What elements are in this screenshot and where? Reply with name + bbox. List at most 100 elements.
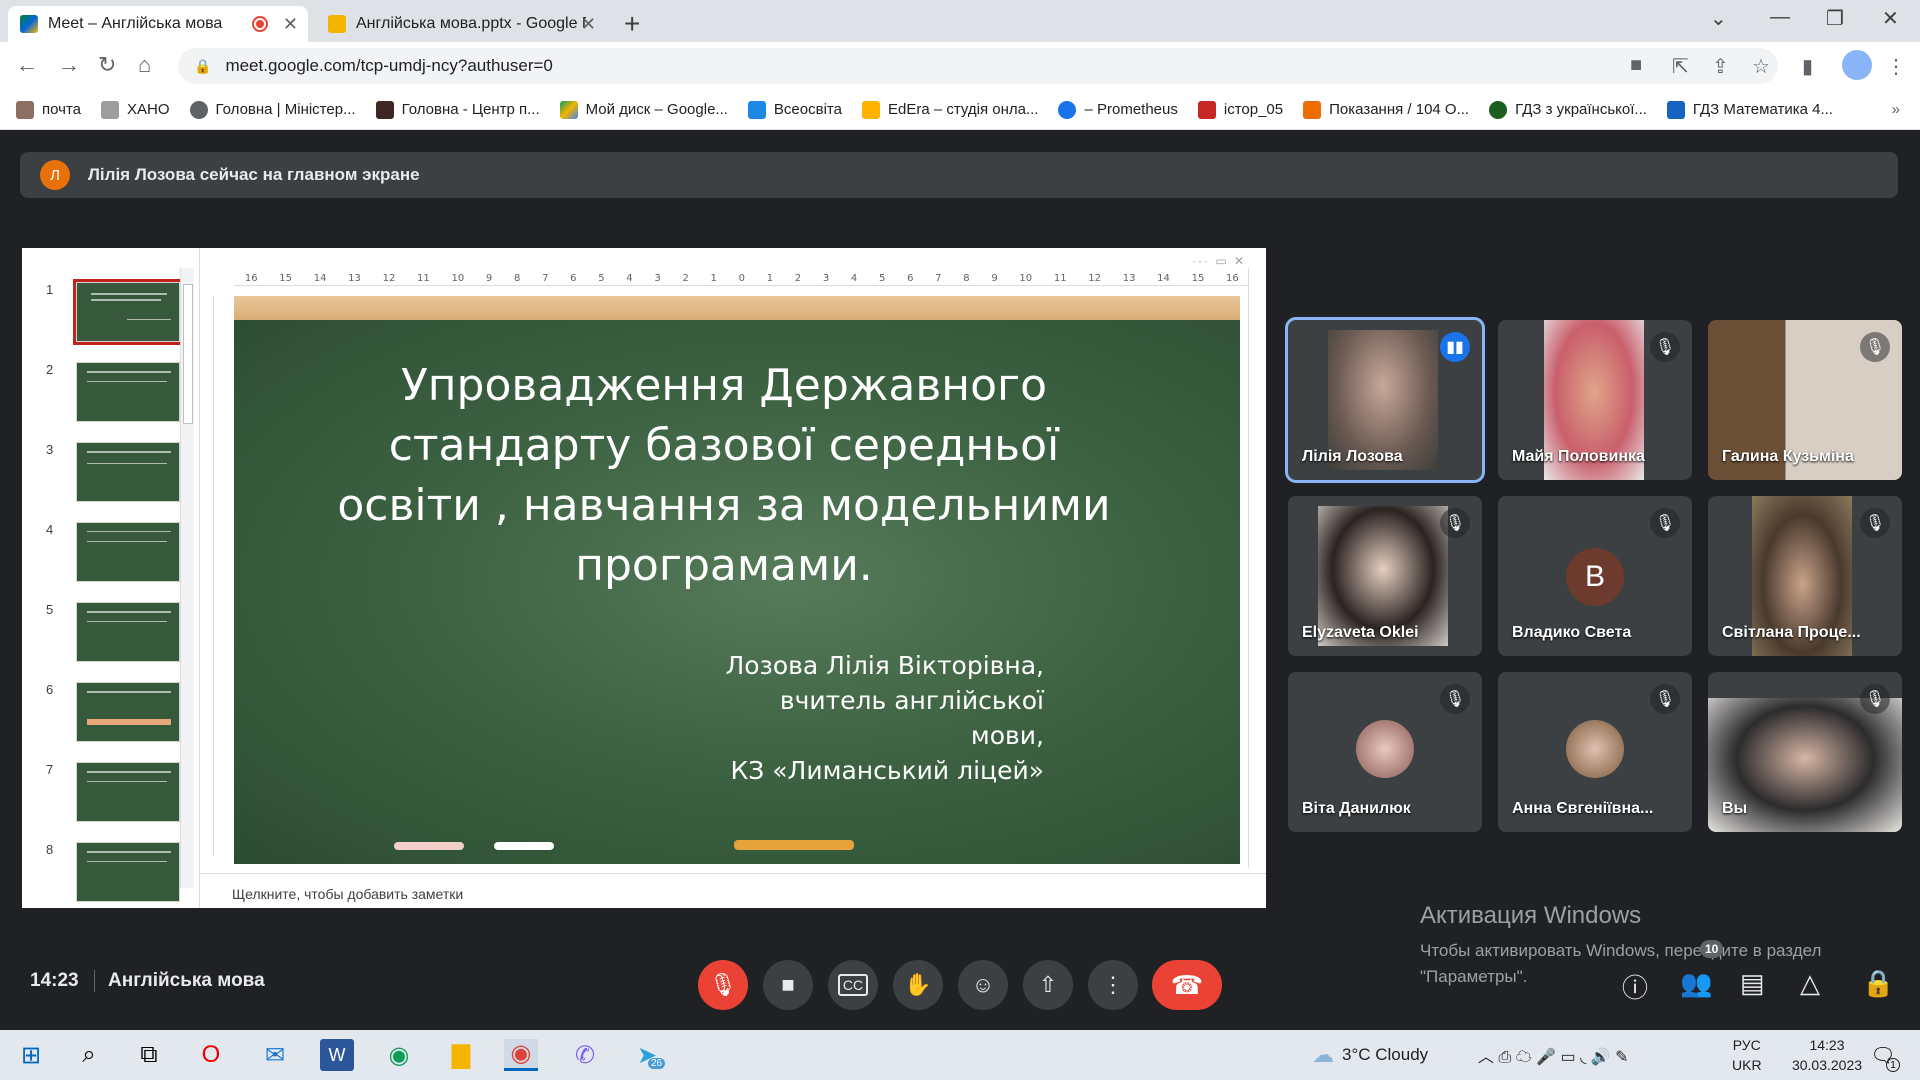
bookmark-item[interactable]: Показання / 104 О... bbox=[1303, 100, 1469, 119]
ruler-tick: 10 bbox=[451, 273, 465, 284]
present-button[interactable]: ⇧ bbox=[1023, 960, 1073, 1010]
language-indicator[interactable]: РУС UKR bbox=[1732, 1030, 1762, 1080]
opera-icon[interactable]: O bbox=[194, 1039, 228, 1071]
notification-count: 1 bbox=[1886, 1058, 1900, 1072]
share-icon[interactable]: ⇪ bbox=[1712, 54, 1729, 79]
bookmark-item[interactable]: Всеосвіта bbox=[747, 100, 842, 119]
divider bbox=[94, 970, 95, 992]
bookmark-item[interactable]: Головна | Міністер... bbox=[189, 100, 356, 119]
meeting-details-icon[interactable]: ⓘ bbox=[1622, 968, 1648, 1005]
file-explorer-icon[interactable]: ▇ bbox=[444, 1039, 478, 1071]
ruler-tick: 13 bbox=[1122, 273, 1136, 284]
mail-icon[interactable]: ✉ bbox=[258, 1039, 292, 1071]
bookmark-item[interactable]: EdEra – студія онла... bbox=[861, 100, 1038, 119]
participant-tile[interactable]: 🎙 Elyzaveta Oklei bbox=[1288, 496, 1482, 656]
reload-icon[interactable]: ↻ bbox=[98, 52, 116, 78]
speaker-notes[interactable]: Щелкните, чтобы добавить заметки bbox=[200, 873, 1266, 908]
weather-text: 3°C Cloudy bbox=[1342, 1045, 1429, 1064]
camera-icon[interactable]: ■ bbox=[1630, 54, 1642, 77]
forward-icon[interactable]: → bbox=[58, 52, 80, 78]
participant-tile[interactable]: 🎙 Світлана Проце... bbox=[1708, 496, 1902, 656]
search-icon[interactable]: ⌕ bbox=[72, 1039, 106, 1071]
bookmark-item[interactable]: ГДЗ з української... bbox=[1489, 100, 1647, 119]
tab-slides[interactable]: Англійська мова.pptx - Google П ✕ bbox=[316, 6, 606, 42]
slide-thumbnail[interactable]: 3 bbox=[32, 442, 182, 514]
bookmark-item[interactable]: почта bbox=[16, 100, 81, 119]
weather-widget[interactable]: ☁ 3°C Cloudy bbox=[1312, 1030, 1428, 1080]
tab-search-icon[interactable]: ⌄ bbox=[1710, 6, 1727, 31]
minimize-icon[interactable]: — bbox=[1770, 6, 1790, 29]
host-controls-icon[interactable]: 🔒 bbox=[1862, 968, 1894, 999]
participant-tile[interactable]: 🎙 Галина Кузьміна bbox=[1708, 320, 1902, 480]
slide-thumbnail[interactable]: 2 bbox=[32, 362, 182, 434]
slide-title: Упровадження Державного стандарту базово… bbox=[337, 360, 1111, 591]
reactions-button[interactable]: ☺ bbox=[958, 960, 1008, 1010]
participant-tile[interactable]: В 🎙 Владико Света bbox=[1498, 496, 1692, 656]
slide-thumbnail[interactable]: 5 bbox=[32, 602, 182, 674]
viber-icon[interactable]: ✆ bbox=[568, 1039, 602, 1071]
bookmark-item[interactable]: ХАНО bbox=[101, 100, 170, 119]
participant-tile[interactable]: 🎙 Віта Данилюк bbox=[1288, 672, 1482, 832]
maximize-icon[interactable]: ❐ bbox=[1826, 6, 1844, 31]
bookmark-item[interactable]: Головна - Центр п... bbox=[375, 100, 540, 119]
address-bar[interactable]: 🔒 meet.google.com/tcp-umdj-ncy?authuser=… bbox=[178, 48, 1778, 84]
slide-number: 8 bbox=[46, 842, 54, 857]
participant-tile[interactable]: 🎙 Майя Половинка bbox=[1498, 320, 1692, 480]
tab-meet[interactable]: Meet – Англійська мова ✕ bbox=[8, 6, 308, 42]
slide-thumbnail[interactable]: 7 bbox=[32, 762, 182, 834]
profile-avatar[interactable] bbox=[1842, 50, 1872, 80]
bookmark-item[interactable]: ГДЗ Математика 4... bbox=[1666, 100, 1833, 119]
open-in-window-icon[interactable]: ⇱ bbox=[1672, 54, 1689, 79]
more-options-button[interactable]: ⋮ bbox=[1088, 960, 1138, 1010]
bookmark-star-icon[interactable]: ☆ bbox=[1752, 54, 1770, 79]
windows-start-icon[interactable]: ⊞ bbox=[14, 1039, 48, 1071]
participant-tile[interactable]: 🎙 Анна Євгеніївна... bbox=[1498, 672, 1692, 832]
telegram-badge: 26 bbox=[648, 1058, 666, 1069]
slide-thumbnail[interactable]: 4 bbox=[32, 522, 182, 594]
bookmark-item[interactable]: – Prometheus bbox=[1058, 100, 1178, 119]
presentation-controls-icon[interactable]: ··· ▭ ✕ bbox=[1192, 254, 1246, 268]
scroll-thumb[interactable] bbox=[183, 284, 193, 424]
bookmark-label: Головна | Міністер... bbox=[215, 101, 356, 118]
back-icon[interactable]: ← bbox=[16, 52, 38, 78]
ruler-tick: 0 bbox=[738, 273, 745, 284]
tray-icons[interactable]: ︿ ⎙ ☁ 🎤 ▭ ◟ 🔊 ✎ bbox=[1478, 1030, 1628, 1080]
end-call-button[interactable]: ☎ bbox=[1152, 960, 1222, 1010]
slide-thumbnail[interactable]: 8 bbox=[32, 842, 182, 914]
close-tab-icon[interactable]: ✕ bbox=[283, 14, 298, 35]
slide-thumbnail[interactable]: 6 bbox=[32, 682, 182, 754]
bookmark-item[interactable]: Мой диск – Google... bbox=[559, 100, 728, 119]
participant-name: Світлана Проце... bbox=[1722, 624, 1861, 641]
side-panel-icon[interactable]: ▮ bbox=[1802, 54, 1813, 79]
edge-icon[interactable]: ◉ bbox=[382, 1039, 416, 1071]
task-view-icon[interactable]: ⧉ bbox=[132, 1039, 166, 1071]
thumbnail-scrollbar[interactable] bbox=[180, 268, 194, 888]
home-icon[interactable]: ⌂ bbox=[138, 52, 151, 78]
close-tab-icon[interactable]: ✕ bbox=[581, 14, 596, 35]
camera-toggle-button[interactable]: ■ bbox=[763, 960, 813, 1010]
raise-hand-button[interactable]: ✋ bbox=[893, 960, 943, 1010]
participant-tile[interactable]: ▮▮ Лілія Лозова bbox=[1285, 317, 1485, 483]
ruler-tick: 10 bbox=[1019, 273, 1033, 284]
hand-icon: ✋ bbox=[904, 972, 932, 997]
word-icon[interactable]: W bbox=[320, 1039, 354, 1071]
vertical-ruler bbox=[200, 296, 214, 856]
people-icon[interactable]: 👥 bbox=[1680, 968, 1712, 999]
bookmark-item[interactable]: істор_05 bbox=[1197, 100, 1283, 119]
chat-icon[interactable]: ▤ bbox=[1740, 968, 1765, 999]
menu-icon[interactable]: ⋮ bbox=[1886, 54, 1906, 79]
system-clock[interactable]: 14:23 30.03.2023 bbox=[1790, 1030, 1864, 1080]
slide-thumbnail[interactable]: 1 bbox=[32, 279, 183, 354]
new-tab-icon[interactable]: + bbox=[624, 8, 640, 40]
more-bookmarks-icon[interactable]: » bbox=[1892, 101, 1900, 118]
participant-tile[interactable]: 🎙 Вы bbox=[1708, 672, 1902, 832]
close-window-icon[interactable]: ✕ bbox=[1882, 6, 1899, 31]
shared-screen[interactable]: 1 2 3 4 5 6 7 8 ··· ▭ ✕ 16 15 14 13 12 11 10 9 8… bbox=[22, 248, 1266, 908]
chrome-icon[interactable]: ◉ bbox=[504, 1039, 538, 1071]
bookmark-icon bbox=[101, 100, 119, 119]
activities-icon[interactable]: △ bbox=[1800, 968, 1820, 999]
captions-button[interactable]: CC bbox=[828, 960, 878, 1010]
mic-toggle-button[interactable]: 🎙 bbox=[698, 960, 748, 1010]
slide-scrollbar[interactable] bbox=[1248, 268, 1264, 868]
mic-off-icon: 🎙 bbox=[709, 972, 737, 997]
